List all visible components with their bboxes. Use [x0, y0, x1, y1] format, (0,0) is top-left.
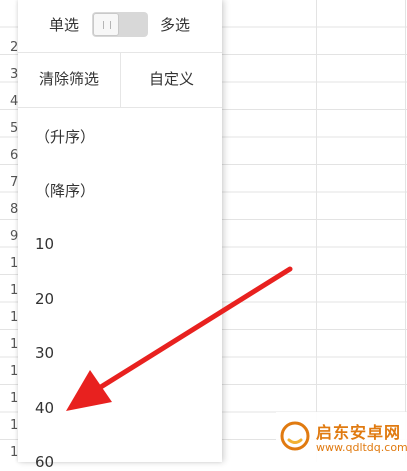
site-watermark: 启东安卓网 www.qdltdq.com — [276, 412, 407, 462]
filter-value-option[interactable]: 20 — [35, 290, 54, 308]
grip-icon — [103, 21, 111, 29]
filter-value-option[interactable]: 40 — [35, 399, 54, 417]
column-divider — [405, 0, 406, 462]
filter-value-option[interactable]: 10 — [35, 235, 54, 253]
selection-mode-row: 单选 多选 — [18, 0, 222, 53]
filter-value-option[interactable]: 60 — [35, 453, 54, 471]
row-number-column: 2 3 4 5 6 7 8 9 1 1 1 1 1 1 1 1 — [0, 0, 20, 462]
watermark-logo-icon — [280, 421, 310, 451]
sort-descending-option[interactable]: （降序） — [35, 180, 95, 201]
watermark-site-url: www.qdltdq.com — [316, 441, 407, 454]
filter-dropdown-panel: 单选 多选 清除筛选 自定义 （升序） （降序） 10 20 30 40 60 — [18, 0, 222, 471]
custom-filter-button[interactable]: 自定义 — [121, 52, 222, 107]
sort-ascending-option[interactable]: （升序） — [35, 126, 95, 147]
column-divider — [316, 0, 317, 462]
toggle-knob[interactable] — [93, 13, 119, 36]
filter-actions-row: 清除筛选 自定义 — [18, 52, 222, 108]
filter-value-option[interactable]: 30 — [35, 344, 54, 362]
single-select-label[interactable]: 单选 — [49, 14, 79, 35]
selection-mode-toggle[interactable] — [92, 12, 148, 37]
multi-select-label[interactable]: 多选 — [160, 14, 190, 35]
watermark-site-name: 启东安卓网 — [316, 423, 402, 442]
clear-filter-button[interactable]: 清除筛选 — [18, 52, 120, 107]
